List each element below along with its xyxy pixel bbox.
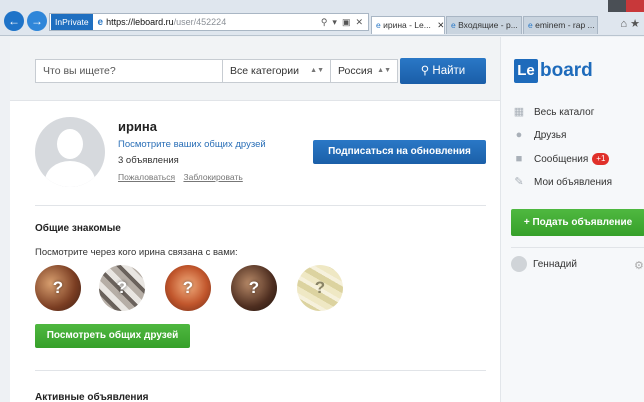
- url-host: https://leboard.ru: [106, 17, 174, 27]
- subscribe-button[interactable]: Подписаться на обновления: [313, 140, 486, 164]
- current-user-name: Геннадий: [533, 258, 577, 270]
- question-icon: ?: [116, 278, 128, 297]
- search-bar: Что вы ищете? Все категории ▲▼ Россия ▲▼…: [10, 37, 500, 101]
- ie-icon: e: [97, 16, 104, 28]
- ie-icon: e: [528, 20, 533, 30]
- lock-icon[interactable]: ▣: [342, 17, 351, 28]
- profile-actions: Пожаловаться Заблокировать: [118, 172, 249, 182]
- sidebar-item-friends[interactable]: ● Друзья: [513, 129, 567, 141]
- tab-active[interactable]: e ирина - Le... ✕: [371, 16, 445, 34]
- tab-label: ирина - Le...: [383, 20, 431, 30]
- close-icon[interactable]: ✕: [355, 17, 363, 28]
- main-content: Что вы ищете? Все категории ▲▼ Россия ▲▼…: [10, 37, 500, 402]
- search-button-label: Найти: [432, 65, 466, 77]
- pencil-icon: ✎: [514, 176, 524, 188]
- inprivate-badge: InPrivate: [51, 14, 93, 30]
- ie-icon: e: [376, 20, 381, 30]
- mutual-section-title: Общие знакомые: [35, 223, 121, 234]
- divider: [35, 370, 486, 371]
- category-select-value: Все категории: [230, 65, 299, 77]
- person-icon: ●: [515, 129, 523, 141]
- question-icon: ?: [182, 278, 194, 297]
- sidebar-item-label: Весь каталог: [534, 106, 595, 118]
- chevron-down-icon: ▲▼: [377, 67, 391, 74]
- logo[interactable]: Le board: [514, 59, 593, 83]
- mutual-friends-link[interactable]: Посмотрите ваших общих друзей: [118, 139, 266, 150]
- question-icon: ?: [52, 278, 64, 297]
- avatar-body-shape: [45, 161, 95, 187]
- sidebar-item-label: Мои объявления: [534, 176, 612, 188]
- sidebar-item-catalog[interactable]: ▦ Весь каталог: [513, 106, 595, 118]
- friend-avatar[interactable]: ?: [165, 265, 211, 311]
- logo-text: board: [540, 60, 593, 81]
- complain-link[interactable]: Пожаловаться: [118, 172, 175, 182]
- chevron-down-icon: ▲▼: [310, 67, 324, 74]
- window-controls[interactable]: [608, 0, 644, 12]
- sidebar: Le board ▦ Весь каталог ● Друзья ■ Сообщ…: [500, 37, 644, 402]
- region-select-value: Россия: [338, 65, 373, 77]
- mutual-friends-list: ? ? ? ? ?: [35, 265, 343, 313]
- grid-icon: ▦: [513, 106, 525, 118]
- sidebar-item-my-ads[interactable]: ✎ Мои объявления: [513, 176, 612, 188]
- search-button[interactable]: ⚲ Найти: [400, 58, 486, 84]
- tab-inbox[interactable]: e Входящие - р...: [446, 16, 522, 34]
- current-user[interactable]: Геннадий: [511, 256, 577, 272]
- favorites-star-icon[interactable]: ★: [630, 18, 640, 30]
- close-tab-icon[interactable]: ✕: [437, 20, 444, 30]
- sidebar-item-label: Сообщения: [534, 153, 589, 165]
- question-icon: ?: [248, 278, 260, 297]
- address-bar[interactable]: InPrivate e https://leboard.ru/user/4522…: [49, 13, 369, 31]
- forward-button[interactable]: →: [27, 11, 47, 31]
- ads-count: 3 объявления: [118, 155, 179, 166]
- tab-label: Входящие - р...: [458, 20, 518, 30]
- gear-icon[interactable]: ⚙: [634, 259, 644, 272]
- ie-icon: e: [451, 20, 456, 30]
- region-select[interactable]: Россия ▲▼: [331, 59, 398, 83]
- avatar-head-shape: [57, 129, 83, 159]
- message-icon: ■: [515, 153, 523, 165]
- sidebar-item-messages[interactable]: ■ Сообщения +1: [513, 153, 610, 165]
- friend-avatar[interactable]: ?: [35, 265, 81, 311]
- tab-eminem[interactable]: e eminem - rap ...: [523, 16, 598, 34]
- status-badge: +1: [592, 153, 610, 165]
- dropdown-icon[interactable]: ▾: [332, 17, 337, 28]
- avatar: [511, 256, 527, 272]
- toolbar-icons: ⌂ ★: [620, 17, 640, 30]
- sidebar-item-label: Друзья: [534, 129, 567, 141]
- back-button[interactable]: ←: [4, 11, 24, 31]
- post-ad-button[interactable]: + Подать объявление: [511, 209, 644, 236]
- home-icon[interactable]: ⌂: [620, 18, 627, 30]
- close-window-button[interactable]: [626, 0, 644, 12]
- avatar[interactable]: [35, 117, 105, 187]
- search-input[interactable]: Что вы ищете?: [35, 59, 223, 83]
- url-path: /user/452224: [173, 17, 227, 27]
- tab-label: eminem - rap ...: [535, 20, 595, 30]
- block-link[interactable]: Заблокировать: [183, 172, 242, 182]
- see-mutual-friends-button[interactable]: Посмотреть общих друзей: [35, 324, 190, 348]
- search-icon[interactable]: ⚲: [321, 17, 328, 28]
- page-title: ирина: [118, 119, 158, 134]
- friend-avatar[interactable]: ?: [297, 265, 343, 311]
- divider: [511, 247, 644, 248]
- logo-box: Le: [514, 59, 538, 83]
- browser-chrome: ← → InPrivate e https://leboard.ru/user/…: [0, 0, 644, 36]
- mutual-via-text: Посмотрите через кого ирина связана с ва…: [35, 247, 238, 258]
- friend-avatar[interactable]: ?: [99, 265, 145, 311]
- friend-avatar[interactable]: ?: [231, 265, 277, 311]
- divider: [35, 205, 486, 206]
- active-ads-title: Активные объявления: [35, 392, 149, 402]
- page: Что вы ищете? Все категории ▲▼ Россия ▲▼…: [0, 37, 644, 402]
- category-select[interactable]: Все категории ▲▼: [223, 59, 331, 83]
- question-icon: ?: [314, 278, 326, 297]
- search-icon: ⚲: [420, 65, 430, 77]
